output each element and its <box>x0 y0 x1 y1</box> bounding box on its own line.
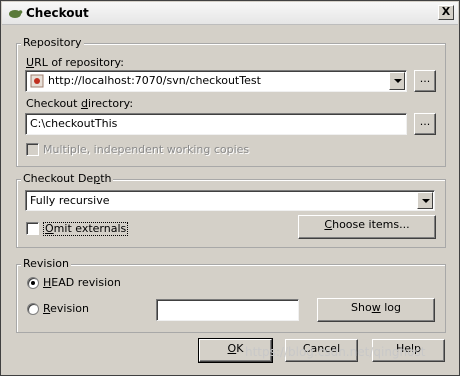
head-revision-radio[interactable] <box>27 277 39 289</box>
head-revision-label: HEAD revision <box>43 276 121 289</box>
chevron-down-icon[interactable] <box>417 192 433 209</box>
svn-url-icon <box>30 74 44 88</box>
checkout-directory-label: Checkout directory: <box>26 97 134 110</box>
checkout-depth-select[interactable]: Fully recursive <box>25 190 435 211</box>
revision-radio[interactable] <box>27 303 39 315</box>
title-bar[interactable]: Checkout X <box>2 2 458 25</box>
window-title: Checkout <box>26 6 89 20</box>
multiple-working-copies-label: Multiple, independent working copies <box>43 143 250 156</box>
browse-url-button[interactable]: ... <box>414 70 436 92</box>
close-button[interactable]: X <box>438 5 454 20</box>
omit-externals-checkbox[interactable] <box>26 222 39 235</box>
checkout-directory-value: C:\checkoutThis <box>30 117 118 130</box>
repository-legend: Repository <box>21 36 84 49</box>
url-value: http://localhost:7070/svn/checkoutTest <box>48 74 261 87</box>
multiple-working-copies-checkbox[interactable] <box>26 143 39 156</box>
checkout-depth-value: Fully recursive <box>30 194 110 207</box>
checkout-directory-input[interactable]: C:\checkoutThis <box>25 113 407 135</box>
revision-label: Revision <box>43 302 89 315</box>
checkout-depth-legend: Checkout Depth <box>21 172 114 185</box>
watermark-text: https://blog.csdn.net/qinghost <box>245 345 426 359</box>
url-combobox[interactable]: http://localhost:7070/svn/checkoutTest <box>25 70 407 92</box>
omit-externals-label: Omit externals <box>43 222 129 236</box>
chevron-down-icon[interactable] <box>389 72 405 90</box>
revision-legend: Revision <box>21 257 71 270</box>
show-log-button[interactable]: Show log <box>317 298 435 322</box>
revision-input[interactable] <box>156 299 299 321</box>
tortoise-icon <box>9 10 23 18</box>
checkout-dialog: Checkout X Repository URL of repository:… <box>0 0 460 376</box>
choose-items-button[interactable]: Choose items... <box>298 215 436 239</box>
url-label: URL of repository: <box>26 56 124 69</box>
browse-directory-button[interactable]: ... <box>414 113 436 135</box>
